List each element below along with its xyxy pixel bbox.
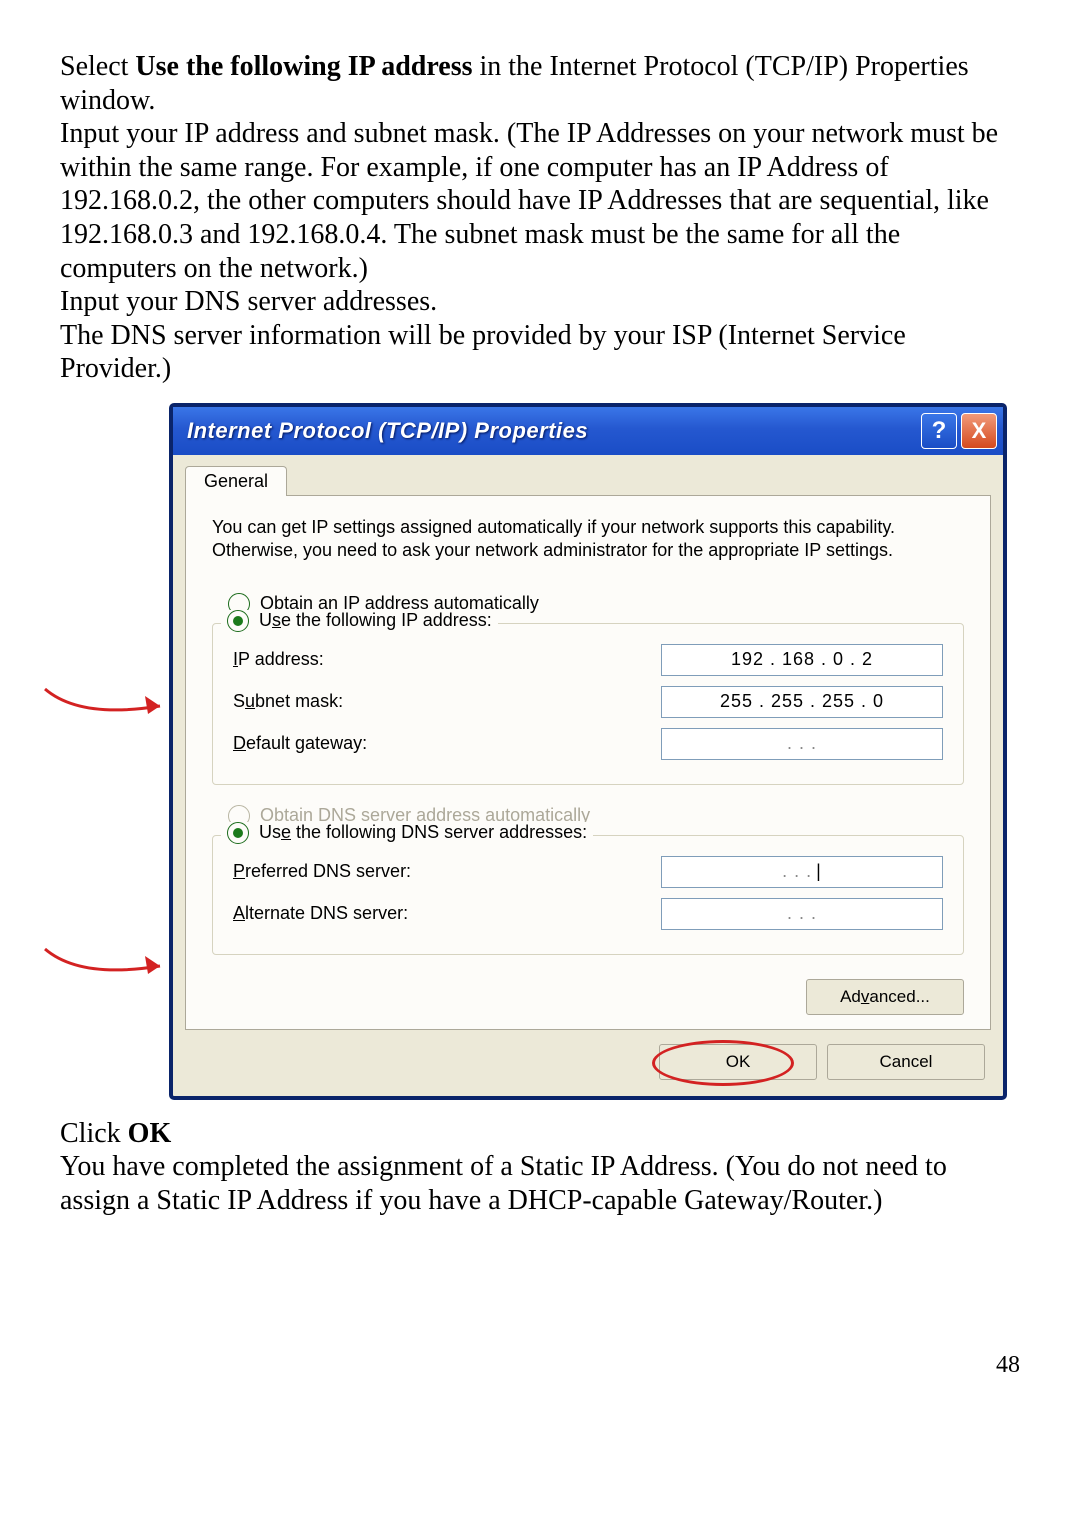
intro-text: Select Use the following IP address in t… — [60, 50, 1020, 386]
help-icon: ? — [932, 417, 947, 445]
preferred-dns-label: Preferred DNS server: — [233, 861, 661, 882]
default-gateway-input[interactable]: . . . — [661, 728, 943, 760]
outro-text: Click OK You have completed the assignme… — [60, 1117, 1020, 1218]
close-button[interactable]: X — [961, 413, 997, 449]
intro-p1-bold: Use the following IP address — [135, 51, 472, 82]
help-button[interactable]: ? — [921, 413, 957, 449]
panel-description: You can get IP settings assigned automat… — [212, 516, 964, 563]
click-pre: Click — [60, 1118, 128, 1149]
tab-strip: General — [173, 455, 1003, 495]
outro-done: You have completed the assignment of a S… — [60, 1151, 947, 1216]
cancel-button[interactable]: Cancel — [827, 1044, 985, 1080]
dialog-title: Internet Protocol (TCP/IP) Properties — [187, 418, 917, 444]
dns-fieldset: Use the following DNS server addresses: … — [212, 835, 964, 955]
advanced-button[interactable]: Advanced... — [806, 979, 964, 1015]
tab-general[interactable]: General — [185, 466, 287, 496]
page-number: 48 — [996, 1352, 1020, 1379]
default-gateway-label: Default gateway: — [233, 733, 661, 754]
preferred-dns-input[interactable]: . . . — [661, 856, 943, 888]
use-dns-radio-row[interactable]: Use the following DNS server addresses: — [221, 822, 593, 844]
intro-p3: Input your DNS server addresses. — [60, 286, 437, 317]
intro-p4: The DNS server information will be provi… — [60, 320, 906, 385]
click-bold: OK — [128, 1118, 172, 1149]
annotation-arrow-2 — [40, 944, 190, 984]
titlebar: Internet Protocol (TCP/IP) Properties ? … — [173, 407, 1003, 455]
subnet-mask-input[interactable]: 255 . 255 . 255 . 0 — [661, 686, 943, 718]
ip-address-label: IP address: — [233, 649, 661, 670]
use-ip-radio-row[interactable]: Use the following IP address: — [221, 610, 498, 632]
ip-address-input[interactable]: 192 . 168 . 0 . 2 — [661, 644, 943, 676]
tcpip-properties-dialog: Internet Protocol (TCP/IP) Properties ? … — [170, 404, 1006, 1099]
intro-p1-pre: Select — [60, 51, 135, 82]
ok-button[interactable]: OK — [659, 1044, 817, 1080]
close-icon: X — [972, 418, 987, 444]
subnet-mask-label: Subnet mask: — [233, 691, 661, 712]
radio-icon — [227, 822, 249, 844]
intro-p2: Input your IP address and subnet mask. (… — [60, 118, 998, 283]
ip-fieldset: Use the following IP address: IP address… — [212, 623, 964, 785]
alternate-dns-label: Alternate DNS server: — [233, 903, 661, 924]
general-panel: You can get IP settings assigned automat… — [185, 495, 991, 1030]
radio-icon — [227, 610, 249, 632]
alternate-dns-input[interactable]: . . . — [661, 898, 943, 930]
annotation-arrow-1 — [40, 684, 190, 724]
